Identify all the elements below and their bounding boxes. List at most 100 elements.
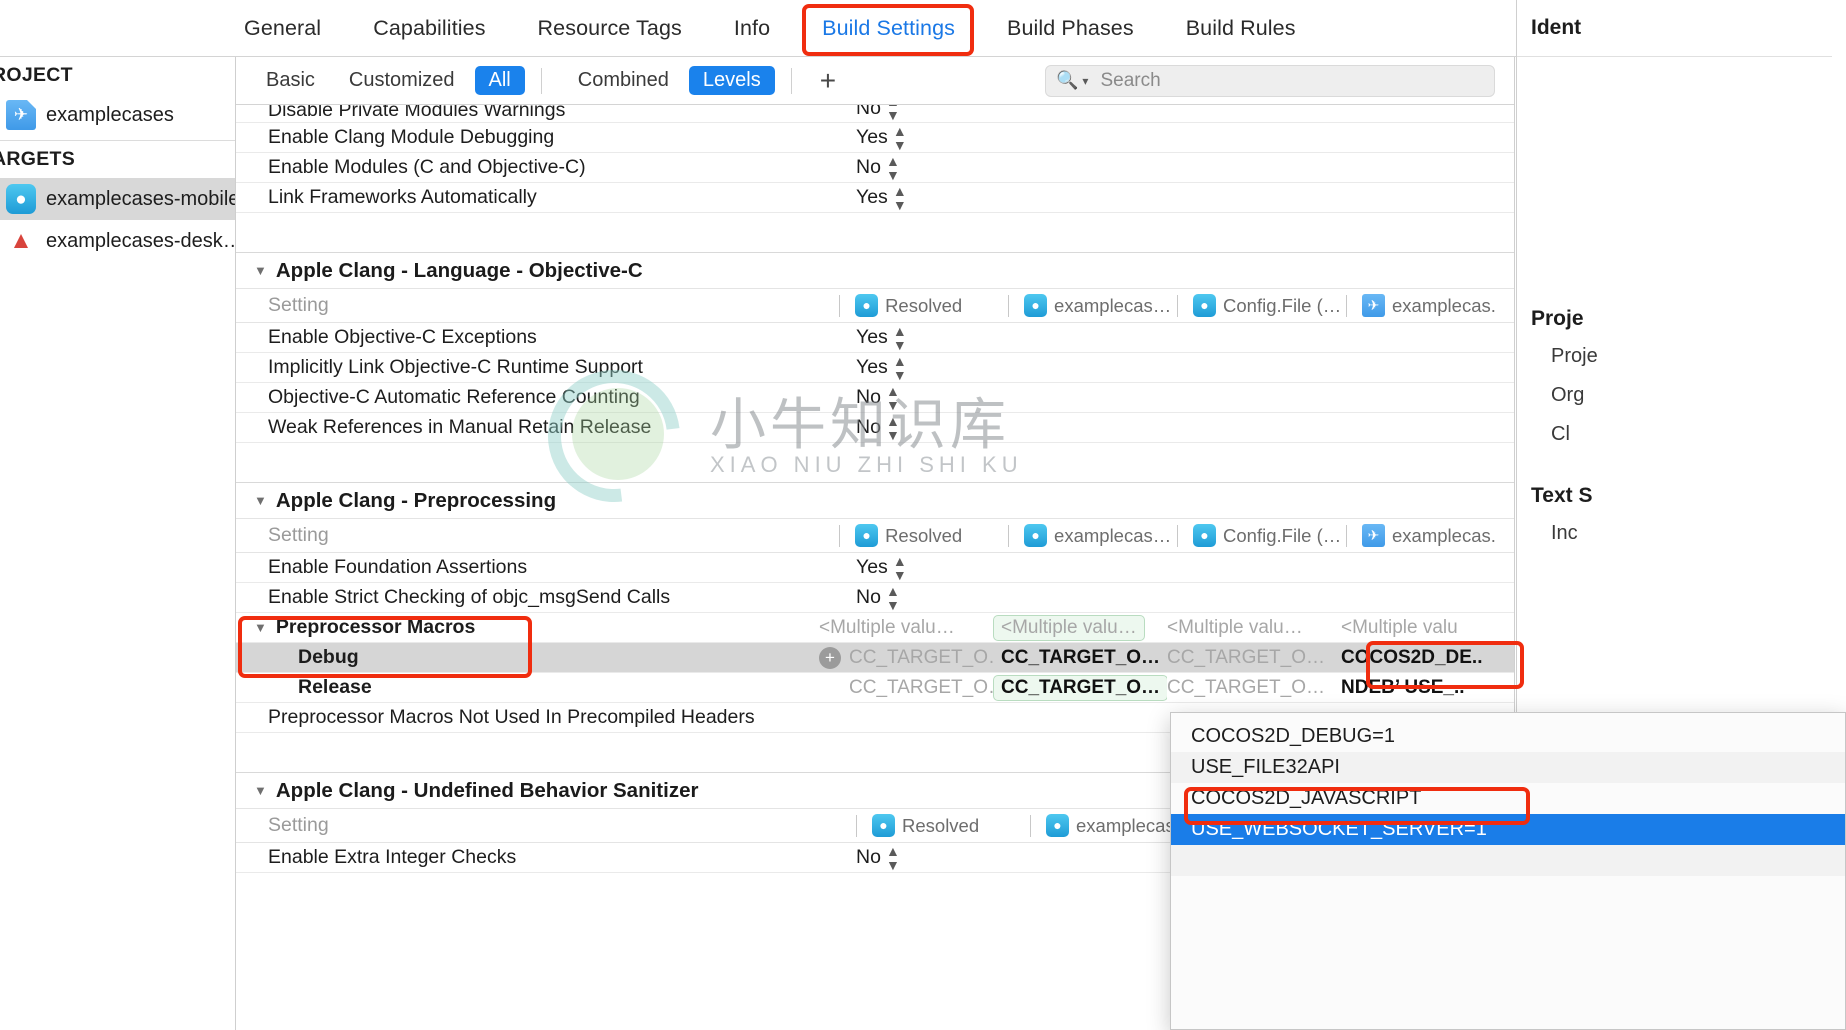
section-header-apple-clang-preprocessing[interactable]: ▼ Apple Clang - Preprocessing [236,483,1514,519]
filter-levels[interactable]: Levels [688,66,775,95]
filter-customized[interactable]: Customized [335,66,469,95]
setting-value[interactable]: Yes ▲ ▼ [856,354,976,382]
search-field[interactable]: 🔍 ▾ Search [1045,64,1495,97]
disclosure-triangle-icon[interactable]: ▼ [254,783,267,798]
setting-value[interactable]: No ▲▼ [856,584,976,612]
stepper-icon[interactable]: ▲▼ [886,384,900,412]
tab-capabilities[interactable]: Capabilities [347,0,511,57]
table-row[interactable]: Disable Private Modules Warnings No ▲▼ [236,105,1514,123]
add-setting-button[interactable]: + [808,66,848,95]
filter-basic[interactable]: Basic [252,66,329,95]
setting-name: Preprocessor Macros Not Used In Precompi… [268,706,755,728]
inspector-section-project: Proje [1531,307,1584,330]
tab-build-phases[interactable]: Build Phases [981,0,1160,57]
column-header-project[interactable]: ✈ examplecas. [1346,294,1514,317]
column-header-resolved[interactable]: ● Resolved [856,814,1030,837]
column-header-project[interactable]: ✈ examplecas. [1346,524,1514,547]
section-title: Apple Clang - Preprocessing [275,488,557,512]
search-placeholder: Search [1100,69,1161,91]
desktop-app-icon: ▲ [9,227,33,254]
table-row[interactable]: Enable Clang Module Debugging Yes ▲ ▼ [236,123,1514,153]
dropdown-item-cocos2d-javascript[interactable]: COCOS2D_JAVASCRIPT [1171,783,1845,814]
table-row[interactable]: Enable Strict Checking of objc_msgSend C… [236,583,1514,613]
filter-combined[interactable]: Combined [564,66,683,95]
table-row[interactable]: Enable Foundation Assertions Yes ▲ ▼ [236,553,1514,583]
stepper-icon[interactable]: ▲▼ [893,354,907,382]
stepper-icon[interactable]: ▲▼ [886,414,900,442]
dropdown-item-blank[interactable] [1171,845,1845,876]
setting-value[interactable]: No ▲▼ [856,154,976,182]
sidebar-item-examplecases-mobile[interactable]: ● examplecases-mobile [0,178,235,220]
tab-build-rules[interactable]: Build Rules [1160,0,1322,57]
setting-name: Link Frameworks Automatically [268,186,537,208]
project-document-icon: ✈ [1362,294,1386,317]
stepper-icon[interactable]: ▲▼ [893,184,907,212]
dropdown-item-use-file32api[interactable]: USE_FILE32API [1171,752,1845,783]
table-row[interactable]: Weak References in Manual Retain Release… [236,413,1514,443]
macro-value-target[interactable]: CC_TARGET_O… [993,674,1167,701]
setting-value[interactable]: Yes ▲ ▼ [856,324,976,352]
chevron-down-icon[interactable]: ▾ [1082,74,1088,88]
tab-resource-tags[interactable]: Resource Tags [512,0,708,57]
disclosure-triangle-icon[interactable]: ▼ [254,620,267,635]
dropdown-item-use-websocket-server[interactable]: USE_WEBSOCKET_SERVER=1 [1171,814,1845,845]
disclosure-triangle-icon[interactable]: ▼ [254,263,267,278]
column-header-target[interactable]: ● examplecas… [1008,524,1177,547]
column-header-setting: Setting [268,524,329,546]
column-header-config-file[interactable]: ● Config.File (… [1177,524,1346,547]
macro-value-target[interactable]: CC_TARGET_O… [993,645,1167,671]
table-row-release[interactable]: Release CC_TARGET_O… CC_TARGET_O… CC_TAR… [236,673,1514,703]
preprocessor-macros-dropdown[interactable]: COCOS2D_DEBUG=1 USE_FILE32API COCOS2D_JA… [1170,712,1846,1030]
sidebar-group-project: ROJECT [0,64,73,86]
stepper-icon[interactable]: ▲▼ [886,154,900,182]
setting-value[interactable]: No ▲▼ [856,844,976,872]
cocos-droplet-icon: ● [855,524,879,547]
sidebar-item-examplecases-project[interactable]: ✈ examplecases [0,94,235,136]
cocos-droplet-icon: ● [1024,294,1048,317]
setting-value[interactable]: Yes ▲ ▼ [856,554,976,582]
section-header-apple-clang-language-objc[interactable]: ▼ Apple Clang - Language - Objective-C [236,253,1514,289]
dropdown-item-cocos2d-debug[interactable]: COCOS2D_DEBUG=1 [1171,721,1845,752]
setting-name: ▼ Preprocessor Macros [254,616,476,638]
column-header-config-file[interactable]: ● Config.File (… [1177,294,1346,317]
setting-value[interactable]: Yes ▲ ▼ [856,184,976,212]
table-row[interactable]: Implicitly Link Objective-C Runtime Supp… [236,353,1514,383]
inspector-field-class-prefix: Cl [1551,423,1570,445]
add-macro-icon[interactable]: + [819,646,841,669]
stepper-icon[interactable]: ▲▼ [893,124,907,152]
tab-general[interactable]: General [218,0,347,57]
column-header-target[interactable]: ● examplecas… [1008,294,1177,317]
stepper-icon[interactable]: ▲▼ [893,554,907,582]
setting-value[interactable]: No ▲▼ [856,414,976,442]
setting-name: Enable Extra Integer Checks [268,846,517,868]
stepper-icon[interactable]: ▲▼ [886,105,900,122]
stepper-icon[interactable]: ▲▼ [893,324,907,352]
dropdown-item-blank-2[interactable] [1171,876,1845,907]
filter-all[interactable]: All [474,66,525,95]
table-row[interactable]: Enable Modules (C and Objective-C) No ▲ ▼ [236,153,1514,183]
column-header-resolved[interactable]: ● Resolved [839,524,1008,547]
sidebar-item-examplecases-desktop[interactable]: ▲ examplecases-desk… [0,220,235,262]
tab-info[interactable]: Info [708,0,796,57]
disclosure-triangle-icon[interactable]: ▼ [254,493,267,508]
table-row-preprocessor-macros[interactable]: ▼ Preprocessor Macros <Multiple valu… <M… [236,613,1514,643]
setting-value[interactable]: No ▲▼ [856,105,976,122]
setting-value[interactable]: No ▲▼ [856,384,976,412]
table-row[interactable]: Objective-C Automatic Reference Counting… [236,383,1514,413]
setting-value[interactable]: Yes ▲ ▼ [856,124,976,152]
stepper-icon[interactable]: ▲▼ [886,844,900,872]
section-title: Apple Clang - Undefined Behavior Sanitiz… [275,778,699,802]
macro-value-project[interactable]: NDEB’ USE_.. [1341,677,1514,699]
inspector-field-project-name: Proje [1551,345,1598,367]
stepper-icon[interactable]: ▲▼ [886,584,900,612]
column-header-resolved[interactable]: ● Resolved [839,294,1008,317]
table-row[interactable]: Link Frameworks Automatically Yes ▲ ▼ [236,183,1514,213]
tab-build-settings[interactable]: Build Settings [796,0,981,57]
table-row-debug[interactable]: Debug + CC_TARGET_O… CC_TARGET_O… CC_TAR… [236,643,1514,673]
column-header-row: Setting ● Resolved ● examplecas… ● Confi… [236,289,1514,323]
table-row[interactable]: Enable Objective-C Exceptions Yes ▲ ▼ [236,323,1514,353]
macro-value-project[interactable]: COCOS2D_DE.. [1341,647,1514,669]
section-title: Apple Clang - Language - Objective-C [275,258,643,282]
inspector-title: Ident [1531,16,1582,39]
cocos-droplet-icon: ● [6,184,36,214]
